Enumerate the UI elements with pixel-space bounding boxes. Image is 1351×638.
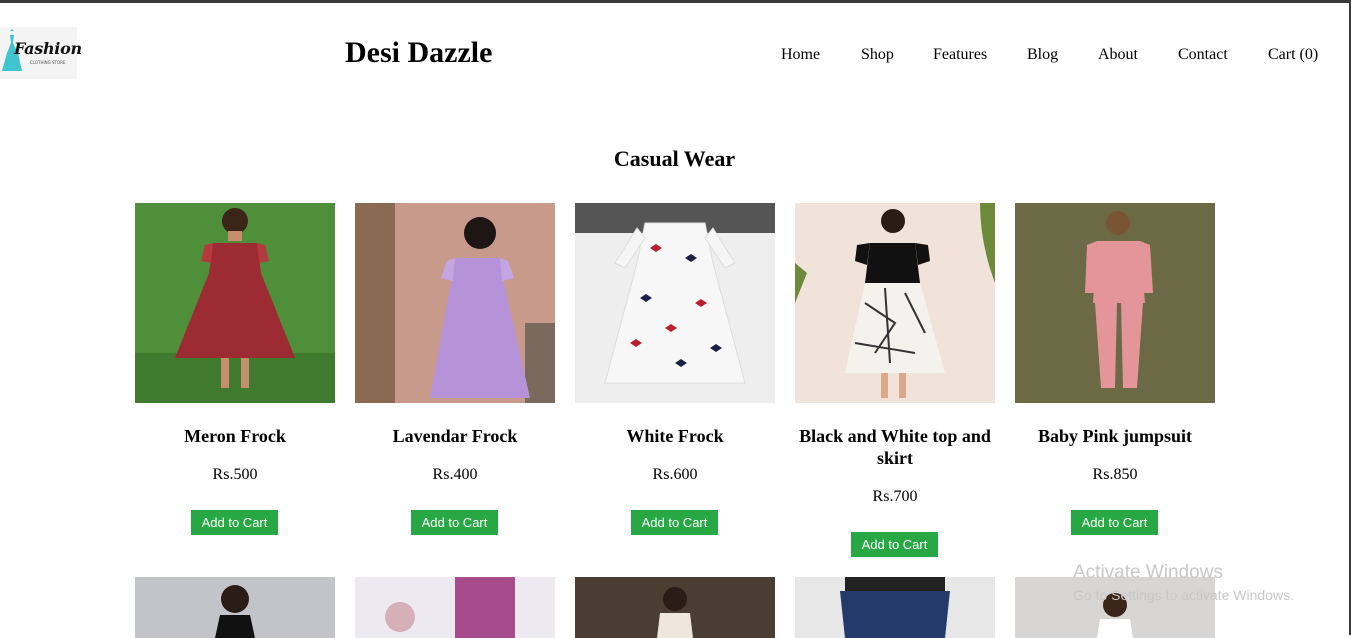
nav-features[interactable]: Features: [933, 46, 987, 64]
product-name: Lavendar Frock: [392, 426, 518, 446]
nav-home[interactable]: Home: [781, 46, 820, 64]
product-image[interactable]: [575, 203, 775, 403]
nav-blog[interactable]: Blog: [1027, 46, 1058, 64]
activate-windows-watermark: Activate Windows: [1073, 562, 1223, 583]
product-price: Rs.500: [212, 466, 258, 483]
product-image[interactable]: [135, 577, 335, 638]
add-to-cart-button[interactable]: Add to Cart: [1071, 510, 1158, 535]
product-image[interactable]: [1015, 203, 1215, 403]
section-title: Casual Wear: [613, 146, 736, 171]
product-image[interactable]: [355, 577, 555, 638]
main-nav: Home Shop Features Blog About Contact Ca…: [0, 46, 1349, 68]
product-name: Meron Frock: [184, 426, 286, 446]
product-image[interactable]: [795, 577, 995, 638]
product-name: White Frock: [626, 426, 724, 446]
product-price: Rs.400: [432, 466, 478, 483]
product-name: Black and White top and skirt: [799, 426, 991, 468]
product-image[interactable]: [135, 203, 335, 403]
add-to-cart-button[interactable]: Add to Cart: [411, 510, 498, 535]
add-to-cart-button[interactable]: Add to Cart: [851, 532, 938, 557]
product-image[interactable]: [575, 577, 775, 638]
product-price: Rs.850: [1092, 466, 1138, 483]
product-image[interactable]: [355, 203, 555, 403]
add-to-cart-button[interactable]: Add to Cart: [191, 510, 278, 535]
add-to-cart-button[interactable]: Add to Cart: [631, 510, 718, 535]
nav-about[interactable]: About: [1098, 46, 1138, 64]
activate-windows-hint: Go to Settings to activate Windows.: [1073, 587, 1294, 603]
nav-cart[interactable]: Cart (0): [1268, 46, 1318, 64]
product-price: Rs.600: [652, 466, 698, 483]
product-price: Rs.700: [872, 488, 918, 505]
product-name: Baby Pink jumpsuit: [1037, 426, 1193, 446]
product-image[interactable]: [795, 203, 995, 403]
nav-contact[interactable]: Contact: [1178, 46, 1228, 64]
site-header: Fashion CLOTHING STORE Desi Dazzle Home …: [0, 3, 1349, 103]
nav-shop[interactable]: Shop: [861, 46, 894, 64]
